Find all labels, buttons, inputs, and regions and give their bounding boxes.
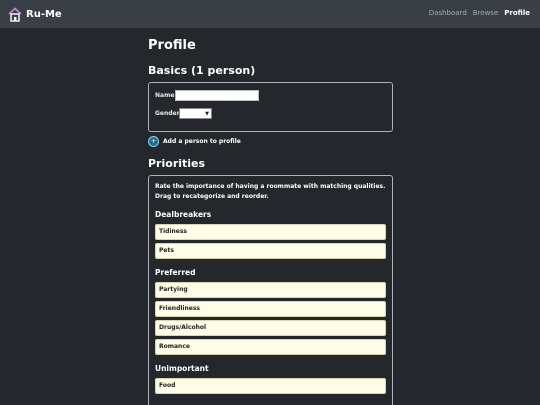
nav-link-dashboard[interactable]: Dashboard xyxy=(429,9,467,17)
unimportant-heading: Unimportant xyxy=(155,364,209,373)
nav-link-browse[interactable]: Browse xyxy=(473,9,499,17)
brand[interactable]: Ru-Me xyxy=(8,5,62,23)
gender-label: Gender xyxy=(155,110,180,117)
gender-select[interactable]: ▼ xyxy=(179,108,212,119)
brand-name: Ru-Me xyxy=(26,8,62,20)
basics-card: Name Gender ▼ xyxy=(148,82,393,132)
priorities-heading: Priorities xyxy=(148,157,206,170)
priority-item-romance[interactable]: Romance xyxy=(155,339,386,355)
add-person-button[interactable]: + Add a person to profile xyxy=(148,136,241,147)
navbar: Ru-Me Dashboard Browse Profile xyxy=(0,0,540,28)
priority-item-pets[interactable]: Pets xyxy=(155,243,386,259)
priority-item-drugs-alcohol[interactable]: Drugs/Alcohol xyxy=(155,320,386,336)
name-field[interactable] xyxy=(175,90,259,101)
priorities-description: Rate the importance of having a roommate… xyxy=(155,183,386,200)
priority-item-tidiness[interactable]: Tidiness xyxy=(155,224,386,240)
chevron-down-icon: ▼ xyxy=(205,111,209,117)
preferred-heading: Preferred xyxy=(155,268,196,277)
page-title: Profile xyxy=(148,38,196,53)
house-logo-icon xyxy=(8,6,22,22)
nav-links: Dashboard Browse Profile xyxy=(429,9,530,17)
name-label: Name xyxy=(155,92,175,99)
add-person-label: Add a person to profile xyxy=(163,138,241,145)
dealbreakers-heading: Dealbreakers xyxy=(155,210,212,219)
priority-item-friendliness[interactable]: Friendliness xyxy=(155,301,386,317)
priorities-card: Rate the importance of having a roommate… xyxy=(148,175,393,405)
basics-heading: Basics (1 person) xyxy=(148,64,256,77)
priority-item-food[interactable]: Food xyxy=(155,378,386,394)
priority-item-partying[interactable]: Partying xyxy=(155,282,386,298)
nav-link-profile[interactable]: Profile xyxy=(504,9,530,17)
plus-icon: + xyxy=(148,136,159,147)
